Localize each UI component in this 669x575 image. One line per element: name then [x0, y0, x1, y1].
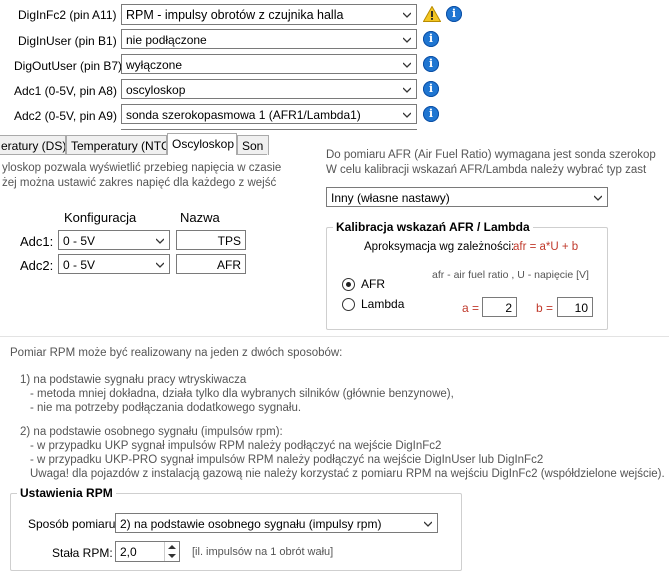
sensor-type-select[interactable]: Inny (własne nastawy) [326, 187, 608, 207]
chevron-down-icon [156, 262, 164, 268]
rpm-method1-title: 1) na podstawie sygnału pracy wtryskiwac… [20, 374, 247, 386]
rpm-constant-spinner[interactable]: 2,0 [115, 541, 180, 562]
rpm-constant-label: Stała RPM: [52, 546, 113, 560]
b-coefficient-label: b = [536, 301, 554, 315]
info-icon[interactable]: i [423, 56, 439, 72]
osc-description-1: yloskop pozwala wyświetlić przebieg napi… [2, 162, 282, 174]
rpm-method1-line1: - metoda mniej dokładna, działa tylko dl… [30, 388, 454, 400]
formula-legend: afr - air fuel ratio , U - napięcie [V] [432, 269, 589, 281]
chevron-down-icon [403, 62, 411, 68]
tab-strip: eratury (DS) Temperatury (NTC) Oscylosko… [0, 133, 269, 155]
info-icon[interactable]: i [446, 6, 462, 22]
warning-icon[interactable] [423, 6, 441, 22]
chevron-down-icon [424, 521, 432, 527]
adc2-row-label: Adc2: [20, 258, 54, 273]
rpm-constant-value: 2,0 [120, 545, 137, 559]
pin-label-adc2: Adc2 (0-5V, pin A9) : [14, 109, 124, 123]
digoutuser-select[interactable]: wyłączone [121, 54, 417, 74]
adc1-select[interactable]: oscyloskop [121, 79, 417, 99]
pin-label-diginuser: DigInUser (pin B1) : [18, 34, 124, 48]
afr-description-1: Do pomiaru AFR (Air Fuel Ratio) wymagana… [326, 149, 656, 161]
spinner-up-icon[interactable] [168, 544, 176, 550]
afr-calibration-title: Kalibracja wskazań AFR / Lambda [333, 220, 533, 234]
measurement-method-select[interactable]: 2) na podstawie osobnego sygnału (impuls… [115, 513, 438, 533]
info-icon[interactable]: i [423, 81, 439, 97]
afr-panel: Do pomiaru AFR (Air Fuel Ratio) wymagana… [316, 140, 669, 340]
info-icon[interactable]: i [423, 106, 439, 122]
rpm-method2-title: 2) na podstawie osobnego sygnału (impuls… [20, 426, 283, 438]
a-coefficient-input[interactable]: 2 [482, 297, 517, 317]
diginfc2-select[interactable]: RPM - impulsy obrotów z czujnika halla [121, 4, 417, 25]
pin-label-digoutuser: DigOutUser (pin B7) : [14, 59, 129, 73]
adc2-name-input[interactable]: AFR [176, 254, 246, 274]
rpm-intro: Pomiar RPM może być realizowany na jeden… [10, 347, 343, 359]
tab-divider [0, 154, 167, 155]
spinner-down-icon[interactable] [168, 553, 176, 559]
rpm-method2-line1: - w przypadku UKP sygnał impulsów RPM na… [30, 440, 442, 452]
tab-temperatury-ds[interactable]: eratury (DS) [0, 135, 66, 155]
chevron-down-icon [403, 12, 411, 18]
chevron-down-icon [403, 37, 411, 43]
pin-label-diginfc2: DigInFc2 (pin A11) : [18, 8, 124, 22]
tab-divider [237, 154, 267, 155]
diginuser-select[interactable]: nie podłączone [121, 29, 417, 49]
rpm-panel: Pomiar RPM może być realizowany na jeden… [0, 336, 669, 575]
chevron-down-icon [403, 112, 411, 118]
measurement-method-label: Sposób pomiaru: [28, 517, 119, 531]
osc-description-2: żej można ustawić zakres napięć dla każd… [2, 177, 277, 189]
radio-lambda[interactable] [342, 298, 355, 311]
adc2-select[interactable]: sonda szerokopasmowa 1 (AFR1/Lambda1) [121, 104, 417, 124]
tab-temperatury-ntc[interactable]: Temperatury (NTC) [66, 135, 167, 155]
column-header-name: Nazwa [180, 210, 220, 225]
pin-label-adc1: Adc1 (0-5V, pin A8) : [14, 84, 124, 98]
adc1-name-input[interactable]: TPS [176, 230, 246, 250]
a-coefficient-label: a = [462, 301, 480, 315]
oscilloscope-panel: eratury (DS) Temperatury (NTC) Oscylosko… [0, 133, 281, 329]
rpm-constant-hint: [il. impulsów na 1 obrót wału] [192, 546, 334, 558]
pin-assignment-panel: DigInFc2 (pin A11) : RPM - impulsy obrot… [0, 0, 470, 132]
tab-oscyloskop[interactable]: Oscyloskop [167, 133, 237, 155]
column-header-config: Konfiguracja [64, 210, 137, 225]
adc2-range-select[interactable]: 0 - 5V [58, 254, 170, 274]
adc1-range-select[interactable]: 0 - 5V [58, 230, 170, 250]
rpm-settings-title: Ustawienia RPM [17, 486, 116, 500]
spinner-buttons [164, 542, 179, 561]
rpm-method2-line2: - w przypadku UKP-PRO sygnał impulsów RP… [30, 454, 544, 466]
rpm-method1-line2: - nie ma potrzeby podłączania dodatkoweg… [30, 402, 302, 414]
radio-lambda-label: Lambda [361, 297, 405, 311]
b-coefficient-input[interactable]: 10 [557, 297, 593, 317]
chevron-down-icon [156, 238, 164, 244]
afr-description-2: W celu kalibracji wskazań AFR/Lambda nal… [326, 164, 647, 176]
radio-afr[interactable] [342, 278, 355, 291]
rpm-method2-warning: Uwaga! dla pojazdów z instalacją gazową … [30, 468, 665, 480]
radio-afr-label: AFR [361, 277, 385, 291]
approximation-label: Aproksymacja wg zależności: [364, 241, 515, 253]
info-icon[interactable]: i [423, 31, 439, 47]
chevron-down-icon [403, 87, 411, 93]
adc1-row-label: Adc1: [20, 234, 54, 249]
approximation-formula: afr = a*U + b [513, 241, 579, 253]
chevron-down-icon [594, 195, 602, 201]
tab-sondy[interactable]: Son [237, 135, 269, 155]
